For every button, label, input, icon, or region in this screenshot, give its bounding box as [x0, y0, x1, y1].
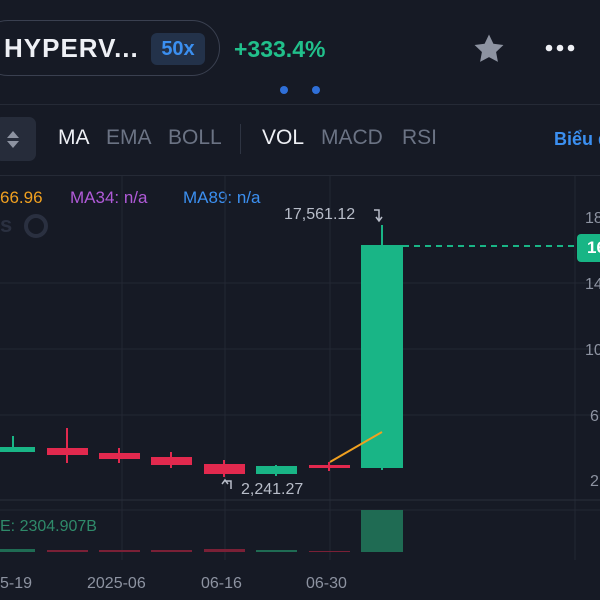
star-icon[interactable] [471, 32, 507, 66]
y-tick: 6 [590, 408, 599, 425]
up-down-arrows-icon [7, 131, 19, 148]
current-price-tag: 16 [577, 234, 600, 262]
tab-vol[interactable]: VOL [262, 126, 304, 150]
candle[interactable] [309, 462, 350, 471]
y-tick: 14 [585, 276, 600, 293]
y-tick: 2 [590, 473, 599, 490]
watermark-logo: s [0, 212, 12, 237]
x-tick: 5-19 [0, 575, 32, 592]
top-bar: HYPERV... 50x +333.4% [0, 0, 600, 104]
low-label: 2,241.27 [241, 481, 303, 498]
candle[interactable] [204, 460, 245, 477]
volume-bar [0, 549, 35, 552]
x-tick: 06-16 [201, 575, 242, 592]
tab-ma[interactable]: MA [58, 126, 90, 150]
low-arrow-icon [221, 478, 232, 489]
volume-bar [99, 550, 140, 552]
x-tick: 2025-06 [87, 575, 146, 592]
sort-button[interactable] [0, 117, 36, 161]
page-dot [312, 86, 320, 94]
tab-divider [240, 124, 241, 154]
pair-name[interactable]: HYPERV... [4, 33, 139, 64]
volume-bar [47, 550, 88, 552]
volume-bar [309, 551, 350, 552]
more-dots-icon[interactable] [543, 38, 577, 58]
volume-label: E: 2304.907B [0, 518, 97, 535]
tab-boll[interactable]: BOLL [168, 126, 222, 150]
volume-bar [151, 550, 192, 552]
candle[interactable] [0, 436, 35, 452]
page-dot [280, 86, 288, 94]
tab-ema[interactable]: EMA [106, 126, 152, 150]
candle[interactable] [256, 465, 297, 476]
watermark-logo [24, 214, 48, 238]
price-change: +333.4% [234, 36, 326, 62]
volume-bar [361, 510, 403, 552]
candle[interactable] [47, 428, 88, 463]
candle[interactable] [99, 448, 140, 463]
volume-bar [204, 549, 245, 552]
leverage-badge[interactable]: 50x [151, 33, 205, 65]
candle[interactable] [361, 225, 403, 470]
candlestick-chart[interactable]: s 17,561.12 2,241.27 18 14 10 6 2 E: 230… [0, 176, 600, 600]
chart-type-link[interactable]: Biểu đ [554, 129, 600, 150]
x-tick: 06-30 [306, 575, 347, 592]
tab-rsi[interactable]: RSI [402, 126, 437, 150]
high-arrow-icon [374, 209, 383, 223]
volume-bar [256, 550, 297, 552]
page-indicator [280, 86, 324, 94]
candle[interactable] [151, 452, 192, 468]
y-tick: 10 [585, 342, 600, 359]
tab-macd[interactable]: MACD [321, 126, 383, 150]
y-tick: 18 [585, 210, 600, 227]
high-label: 17,561.12 [284, 206, 355, 223]
